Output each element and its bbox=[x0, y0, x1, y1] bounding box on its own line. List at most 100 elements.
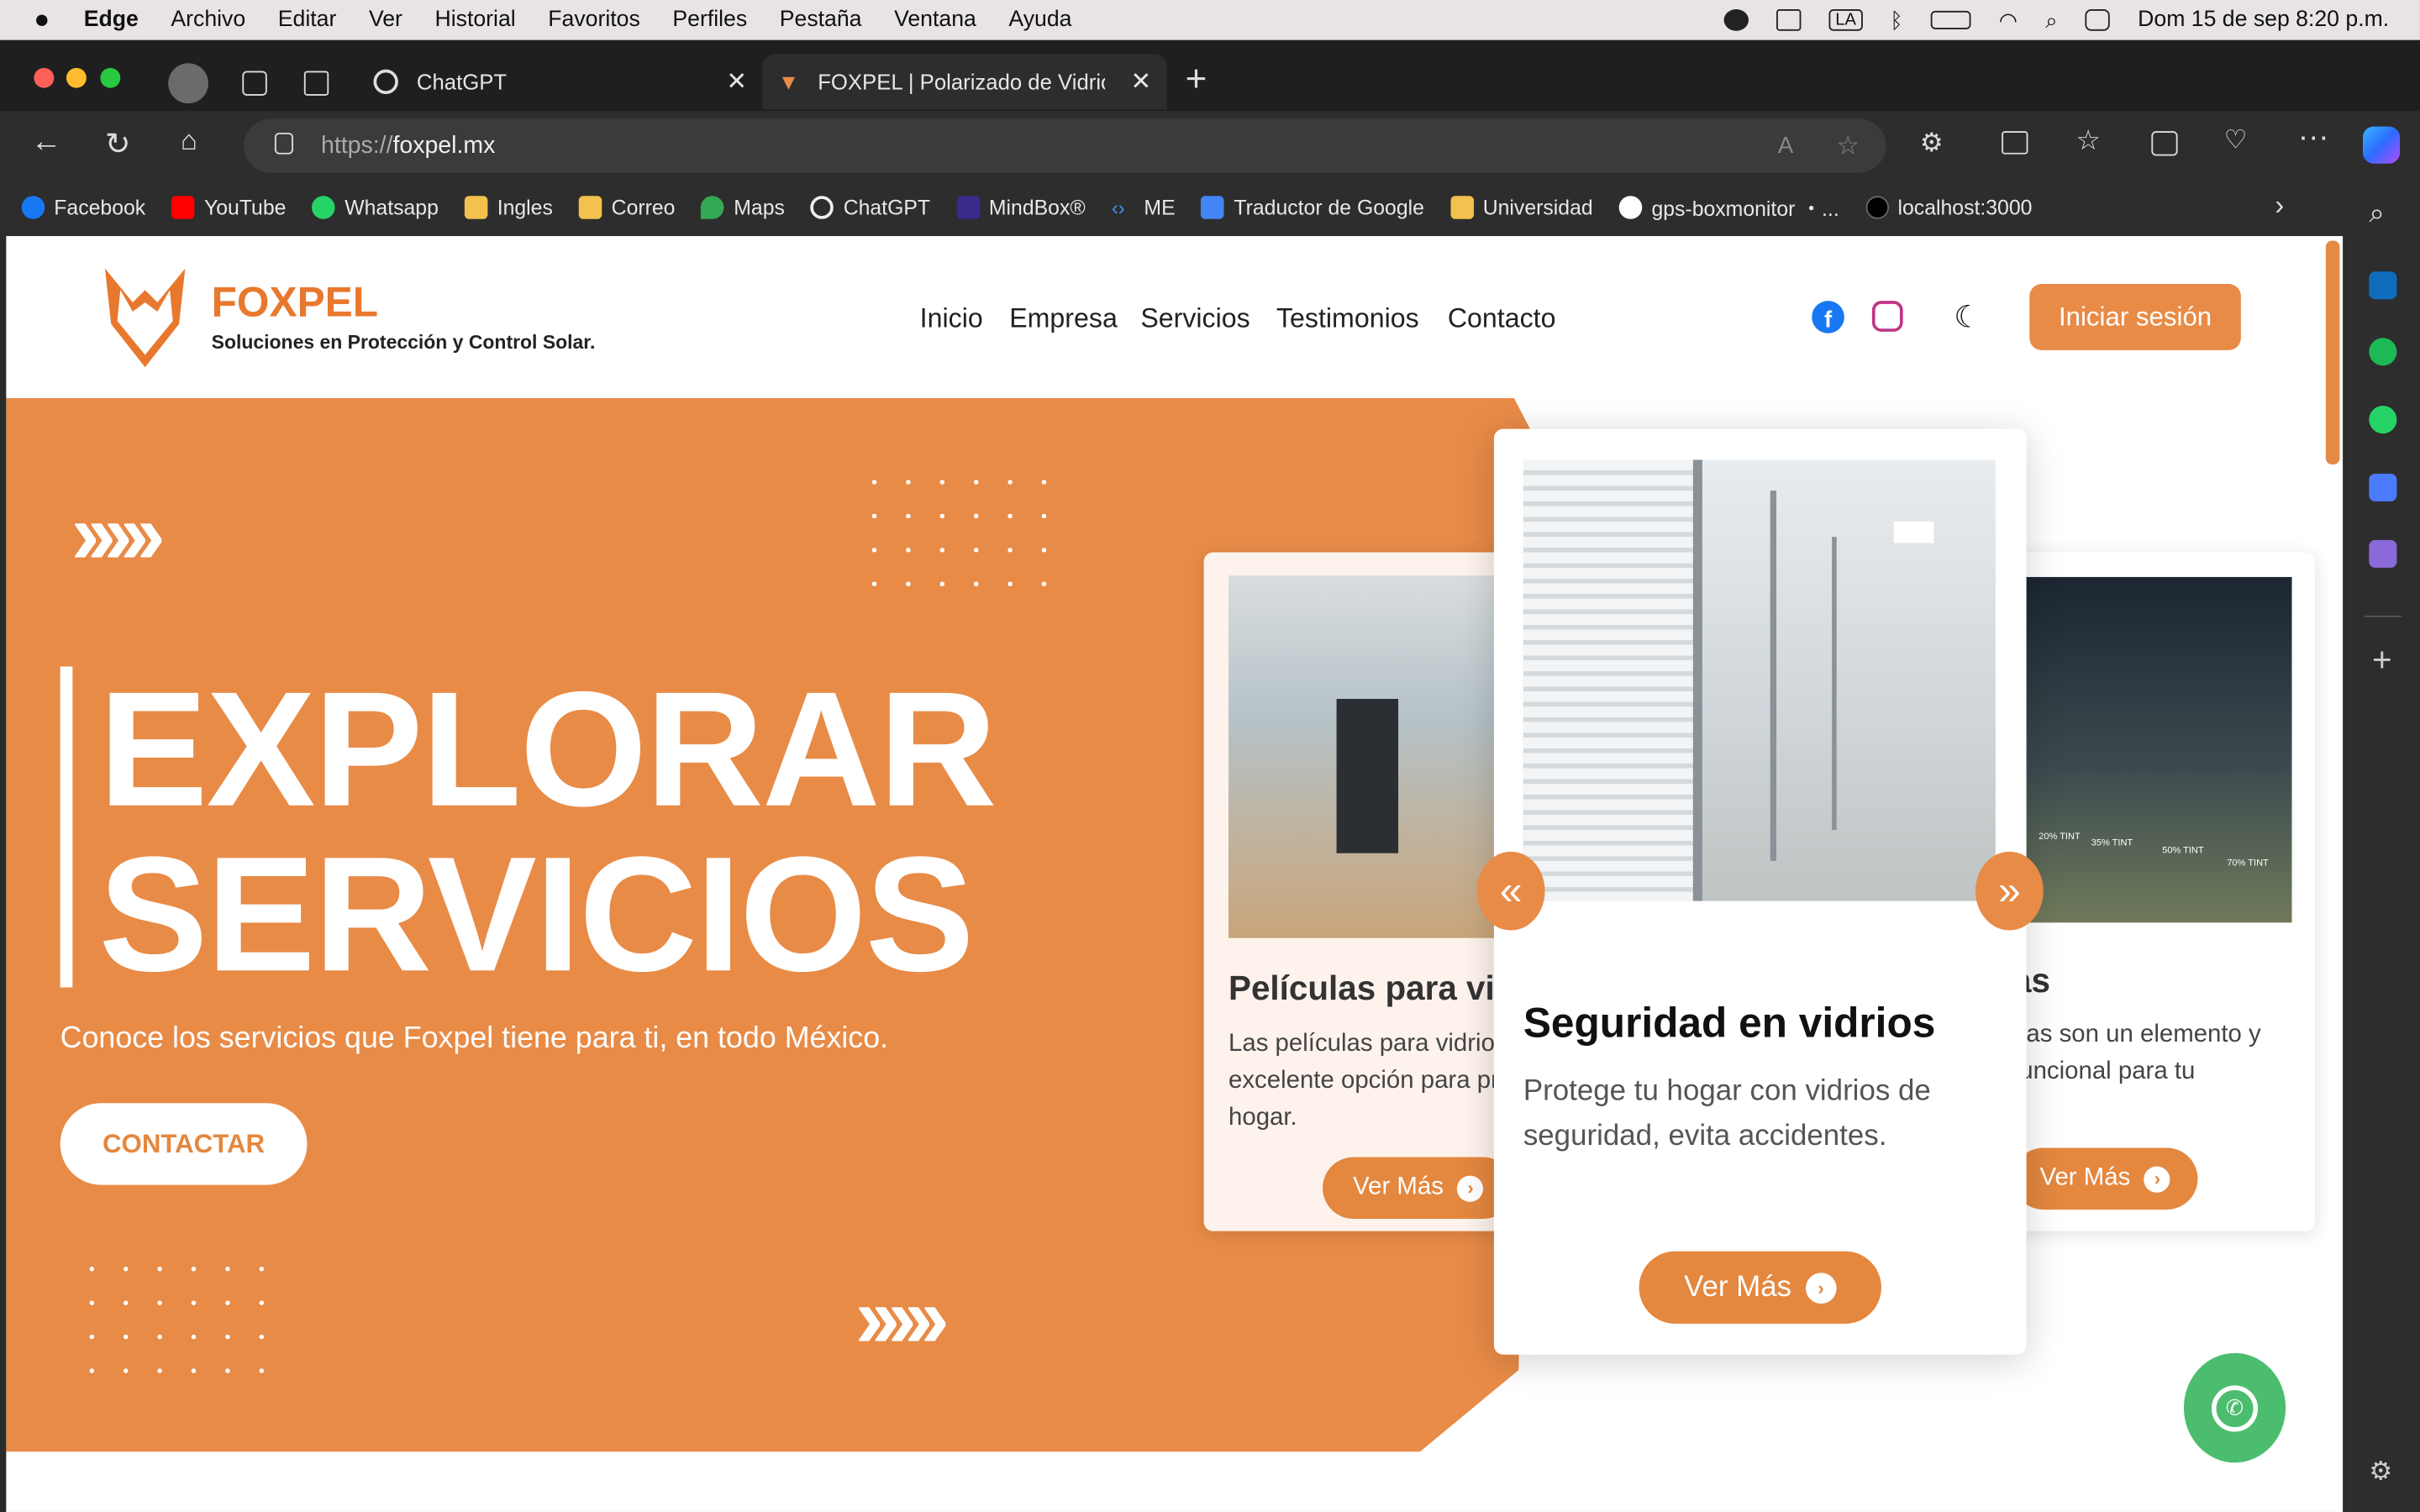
menu-ver[interactable]: Ver bbox=[369, 8, 402, 32]
wifi-icon[interactable]: ◠ bbox=[1999, 7, 2018, 33]
more-menu-icon[interactable]: ··· bbox=[2298, 120, 2329, 155]
bookmark-whatsapp[interactable]: Whatsapp bbox=[312, 195, 439, 218]
tint-label-70: 70% TINT bbox=[2227, 859, 2269, 869]
nav-empresa[interactable]: Empresa bbox=[1009, 302, 1118, 335]
profile-avatar[interactable] bbox=[168, 63, 208, 104]
games-icon[interactable] bbox=[2369, 539, 2397, 568]
outlook-icon[interactable] bbox=[2369, 271, 2397, 300]
record-icon[interactable] bbox=[1724, 9, 1749, 31]
new-tab-button[interactable]: + bbox=[1186, 59, 1207, 102]
nav-servicios[interactable]: Servicios bbox=[1140, 302, 1249, 335]
menu-perfiles[interactable]: Perfiles bbox=[672, 8, 747, 32]
bluetooth-icon[interactable]: ᛒ bbox=[1890, 8, 1902, 32]
read-aloud-icon[interactable]: A bbox=[1778, 133, 1793, 159]
nav-contacto[interactable]: Contacto bbox=[1448, 302, 1556, 335]
bookmark-universidad[interactable]: Universidad bbox=[1450, 195, 1593, 218]
vercel-triangle-icon bbox=[1865, 195, 1889, 218]
bookmark-localhost[interactable]: localhost:3000 bbox=[1865, 195, 2032, 218]
copilot-icon[interactable] bbox=[2362, 126, 2401, 164]
instagram-icon[interactable] bbox=[1871, 301, 1903, 332]
edge-sidebar: ⌕ + ⚙ bbox=[2345, 179, 2420, 1512]
add-sidebar-app-icon[interactable]: + bbox=[2372, 640, 2392, 680]
gps-icon bbox=[1618, 195, 1643, 218]
bookmark-traductor[interactable]: Traductor de Google bbox=[1201, 195, 1424, 218]
apple-icon[interactable]: ● bbox=[34, 5, 50, 36]
arrow-right-circle-icon: › bbox=[1457, 1174, 1484, 1201]
zoom-window-button[interactable] bbox=[100, 67, 121, 88]
ver-mas-button[interactable]: Ver Más › bbox=[1639, 1251, 1881, 1324]
contactar-button[interactable]: CONTACTAR bbox=[60, 1103, 308, 1185]
google-translate-icon bbox=[1201, 195, 1225, 218]
carousel-prev-button[interactable]: « bbox=[1476, 851, 1545, 931]
tab-chatgpt[interactable]: ChatGPT ✕ bbox=[358, 54, 762, 109]
bookmark-facebook[interactable]: Facebook bbox=[21, 195, 145, 218]
ver-mas-button[interactable]: Ver Más › bbox=[1323, 1157, 1514, 1219]
close-window-button[interactable] bbox=[34, 67, 55, 88]
bookmark-ingles[interactable]: Ingles bbox=[465, 195, 553, 218]
input-source-badge[interactable]: LA bbox=[1828, 9, 1863, 31]
spotlight-search-icon[interactable]: ⌕ bbox=[2045, 7, 2057, 33]
battery-icon[interactable] bbox=[1930, 10, 1971, 29]
bookmark-youtube[interactable]: YouTube bbox=[171, 195, 286, 218]
nav-inicio[interactable]: Inicio bbox=[920, 302, 983, 335]
tag-icon[interactable] bbox=[2369, 473, 2397, 501]
bookmark-label: Maps bbox=[734, 195, 785, 218]
extensions-icon[interactable]: ⚙ bbox=[1920, 128, 1944, 159]
menu-ventana[interactable]: Ventana bbox=[894, 8, 976, 32]
address-field[interactable]: https:// foxpel.mx A ☆ bbox=[244, 118, 1886, 173]
minimize-window-button[interactable] bbox=[66, 67, 87, 88]
arrow-right-circle-icon: › bbox=[2144, 1165, 2171, 1192]
favorite-star-icon[interactable]: ☆ bbox=[1836, 130, 1860, 161]
dark-mode-moon-icon[interactable]: ☾ bbox=[1954, 297, 1981, 336]
menu-archivo[interactable]: Archivo bbox=[171, 8, 245, 32]
tab-foxpel-title: FOXPEL | Polarizado de Vidrio - bbox=[818, 69, 1105, 95]
whatsapp-sidebar-icon[interactable] bbox=[2369, 406, 2397, 434]
bookmarks-overflow-chevron-icon[interactable]: › bbox=[2275, 190, 2284, 223]
home-icon[interactable]: ⌂ bbox=[181, 125, 197, 158]
sidebar-settings-icon[interactable]: ⚙ bbox=[2369, 1457, 2392, 1488]
facebook-icon[interactable]: f bbox=[1812, 301, 1844, 333]
tab-foxpel-active[interactable]: ▼ FOXPEL | Polarizado de Vidrio - ✕ bbox=[762, 54, 1167, 110]
service-card-ventanas[interactable]: 20% TINT 35% TINT 50% TINT 70% TINT as n… bbox=[1996, 552, 2316, 1231]
whatsapp-float-button[interactable]: ✆ bbox=[2183, 1352, 2286, 1463]
nav-testimonios[interactable]: Testimonios bbox=[1276, 302, 1419, 335]
favorites-icon[interactable]: ☆ bbox=[2075, 125, 2101, 158]
maps-pin-icon bbox=[701, 195, 725, 218]
menubar-clock[interactable]: Dom 15 de sep 8:20 p.m. bbox=[2138, 8, 2389, 32]
dots-top-decoration bbox=[871, 480, 1047, 586]
bookmark-correo[interactable]: Correo bbox=[579, 195, 675, 218]
mindbox-icon bbox=[956, 195, 980, 218]
login-button[interactable]: Iniciar sesión bbox=[2029, 283, 2241, 350]
split-screen-icon[interactable] bbox=[2002, 131, 2028, 155]
collections-icon[interactable] bbox=[2151, 131, 2178, 156]
bookmark-chatgpt[interactable]: ChatGPT bbox=[811, 195, 930, 218]
carousel-next-button[interactable]: » bbox=[1975, 851, 2044, 931]
performance-icon[interactable]: ♡ bbox=[2224, 125, 2248, 156]
bookmark-me[interactable]: ‹› ME bbox=[1112, 195, 1176, 218]
menu-ayuda[interactable]: Ayuda bbox=[1008, 8, 1071, 32]
page-scrollbar[interactable] bbox=[2325, 240, 2340, 465]
bookmark-mindbox[interactable]: MindBox® bbox=[956, 195, 1086, 218]
spotify-icon[interactable] bbox=[2369, 338, 2397, 366]
bookmark-gps-boxmonitor[interactable]: gps-boxmonitor ・... bbox=[1618, 192, 1839, 223]
close-tab-icon[interactable]: ✕ bbox=[726, 66, 747, 97]
close-tab-icon[interactable]: ✕ bbox=[1131, 66, 1152, 97]
workspaces-icon[interactable] bbox=[242, 71, 267, 96]
ver-mas-label: Ver Más bbox=[1684, 1270, 1792, 1304]
sidebar-search-icon[interactable]: ⌕ bbox=[2369, 197, 2385, 230]
control-center-icon[interactable] bbox=[2085, 9, 2111, 31]
menu-app-name[interactable]: Edge bbox=[84, 8, 139, 32]
bookmark-maps[interactable]: Maps bbox=[701, 195, 785, 218]
reload-icon[interactable]: ↻ bbox=[105, 125, 131, 164]
service-card-seguridad[interactable]: Seguridad en vidrios Protege tu hogar co… bbox=[1493, 428, 2027, 1355]
ver-mas-button[interactable]: Ver Más › bbox=[2012, 1147, 2198, 1210]
back-icon[interactable]: ← bbox=[31, 125, 62, 160]
menu-editar[interactable]: Editar bbox=[278, 8, 337, 32]
menu-historial[interactable]: Historial bbox=[434, 8, 515, 32]
card-title: Películas para vi bbox=[1228, 969, 1495, 1008]
menu-pestana[interactable]: Pestaña bbox=[780, 8, 862, 32]
menu-favoritos[interactable]: Favoritos bbox=[548, 8, 640, 32]
display-icon[interactable] bbox=[1776, 9, 1802, 31]
vertical-tabs-icon[interactable] bbox=[303, 71, 329, 96]
site-logo[interactable] bbox=[99, 262, 192, 370]
